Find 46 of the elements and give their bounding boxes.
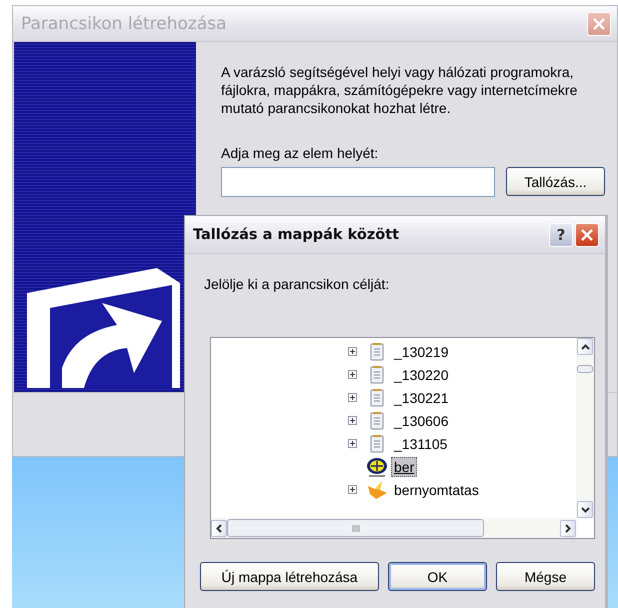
expand-icon[interactable] (348, 393, 357, 402)
expand-icon[interactable] (348, 485, 357, 494)
expand-icon[interactable] (348, 347, 357, 356)
notepad-icon (370, 434, 384, 452)
scroll-up-button[interactable] (577, 338, 593, 355)
tree-item[interactable]: ber (391, 456, 418, 476)
scroll-thumb[interactable] (577, 365, 593, 373)
horizontal-scrollbar[interactable] (211, 518, 576, 538)
tree-item[interactable]: _130606 (391, 410, 452, 430)
expand-icon[interactable] (348, 439, 357, 448)
wizard-description: A varázsló segítségével helyi vagy hálózati programokra, fájlokra, mappákra, számítógépekre vagy internetcímekre mutató parancsikonokat hozhat létre. (221, 63, 578, 117)
notepad-icon (370, 342, 384, 360)
caret-right-icon (565, 524, 571, 532)
window-title: Parancsikon létrehozása (21, 14, 228, 34)
scroll-thumb[interactable] (227, 519, 484, 537)
scroll-down-button[interactable] (577, 501, 593, 518)
vertical-scrollbar[interactable] (576, 338, 594, 518)
dialog-button[interactable]: Új mappa létrehozása (200, 562, 379, 591)
window-title: Tallózás a mappák között (193, 226, 400, 242)
browse-button[interactable]: Tallózás... (506, 167, 605, 196)
caret-up-icon (580, 344, 590, 350)
tree-item[interactable]: _131105 (391, 434, 450, 454)
location-field[interactable] (221, 167, 495, 197)
caret-down-icon (580, 506, 590, 512)
notepad-icon (370, 412, 384, 430)
tree-item[interactable]: _130219 (391, 342, 452, 362)
caret-left-icon (216, 524, 222, 532)
close-button[interactable] (575, 222, 599, 246)
scroll-left-button[interactable] (211, 520, 227, 536)
close-icon (592, 16, 606, 30)
tree-item[interactable]: bernyomtatas (391, 480, 482, 500)
dialog-button[interactable]: OK (388, 562, 487, 591)
expand-icon[interactable] (348, 370, 357, 379)
help-button[interactable]: ? (549, 222, 573, 246)
fox-icon (366, 480, 388, 500)
location-label: Adja meg az elem helyét: (221, 145, 380, 161)
tree-item[interactable]: _130221 (391, 388, 452, 408)
close-icon (580, 228, 594, 242)
prompt-label: Jelölje ki a parancsikon célját: (204, 276, 390, 292)
notepad-icon (370, 388, 384, 406)
globe-badge-icon (366, 456, 388, 476)
dialog-button[interactable]: Mégse (496, 562, 595, 591)
tree-item[interactable]: _130220 (391, 364, 452, 384)
scroll-right-button[interactable] (560, 520, 576, 536)
expand-icon[interactable] (348, 416, 357, 425)
notepad-icon (370, 366, 384, 384)
